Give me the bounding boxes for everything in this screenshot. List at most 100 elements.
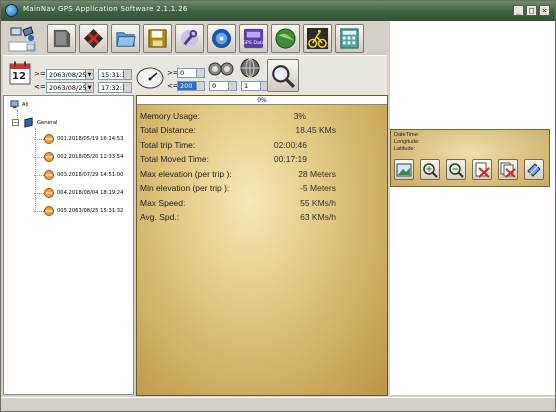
- latitude-label: Latitude:: [394, 146, 416, 152]
- progress-bar: 0%: [137, 96, 387, 105]
- delete-icon: [83, 28, 104, 49]
- search-button[interactable]: [267, 59, 299, 92]
- gps-data-icon-label: GPS Data: [242, 40, 265, 46]
- filter-bar: 12 >= 2063/08/25 ▼ 15:31:32 <= 2063/08/2…: [3, 55, 387, 95]
- maximize-button[interactable]: □: [526, 5, 537, 16]
- speed-max-spinner-icon[interactable]: [197, 81, 205, 91]
- track-item[interactable]: 004.2018/08/04 18:19:24: [34, 188, 123, 198]
- map-view-button[interactable]: [394, 159, 414, 180]
- track-file-icon: [44, 134, 54, 144]
- application-window: MainNav GPS Application Software 2.1.1.2…: [0, 0, 556, 412]
- collapse-icon[interactable]: −: [12, 119, 19, 126]
- back-button[interactable]: [47, 24, 76, 53]
- from-time-spinner-icon[interactable]: [124, 68, 132, 80]
- computer-icon: [10, 100, 19, 109]
- open-log-button[interactable]: [6, 24, 44, 53]
- to-time-spinner-icon[interactable]: [124, 81, 132, 93]
- calculator-button[interactable]: [335, 24, 364, 53]
- speed-min-label: >=: [167, 69, 179, 77]
- zoom-in-button[interactable]: [420, 159, 440, 180]
- distance-a-spinner-icon[interactable]: [229, 81, 237, 91]
- back-arrow-icon: [53, 29, 71, 48]
- track-tree[interactable]: All − General 001.2018/05/19 16:14:53 00…: [3, 95, 134, 395]
- speedometer-icon: [135, 65, 165, 89]
- binoculars-graphic: [208, 62, 234, 76]
- track-item[interactable]: 005.2063/08/25 15:31:32: [34, 206, 123, 216]
- delete-button[interactable]: [79, 24, 108, 53]
- stat-value: 3%: [293, 111, 306, 121]
- save-button[interactable]: [143, 24, 172, 53]
- to-date-field[interactable]: 2063/08/25: [46, 81, 86, 93]
- speed-min-spinner-icon[interactable]: [197, 68, 205, 78]
- from-date-field[interactable]: 2063/08/25: [46, 68, 86, 80]
- track-item-label: 005.2063/08/25 15:31:32: [57, 208, 124, 214]
- landscape-icon: [396, 163, 412, 176]
- map-icon: [275, 28, 296, 49]
- cross-multiple-icon: [500, 162, 516, 178]
- globe-distance-icon: [239, 58, 261, 78]
- stat-value: -5 Meters: [300, 183, 336, 193]
- track-file-icon: [44, 152, 54, 162]
- track-item[interactable]: 002.2018/05/20 11:33:54: [34, 152, 123, 162]
- map-button[interactable]: [271, 24, 300, 53]
- close-button[interactable]: ×: [539, 5, 550, 16]
- stat-value: 63 KMs/h: [300, 212, 336, 222]
- track-file-icon: [44, 206, 54, 216]
- globe-group-icon: [24, 117, 33, 128]
- cycling-button[interactable]: [303, 24, 332, 53]
- track-item[interactable]: 001.2018/05/19 16:14:53: [34, 134, 123, 144]
- distance-value-b[interactable]: 1: [241, 81, 261, 91]
- cross-icon: [475, 162, 490, 178]
- from-datetime-row: >= 2063/08/25 ▼ 15:31:32: [34, 68, 132, 80]
- app-globe-icon: [5, 4, 18, 17]
- distance-value-a[interactable]: 0: [209, 81, 229, 91]
- track-file-icon: [44, 188, 54, 198]
- to-time-field[interactable]: 17:32:18: [98, 81, 130, 93]
- distance-icon: [208, 59, 234, 77]
- clear-all-button[interactable]: [498, 159, 518, 180]
- track-item[interactable]: 003.2018/07/29 14:51:00: [34, 170, 123, 180]
- export-button[interactable]: [524, 159, 544, 180]
- speed-max-field[interactable]: 200: [177, 81, 197, 91]
- gps-data-button[interactable]: GPS Data: [239, 24, 268, 53]
- speedometer-graphic: [136, 67, 164, 89]
- minimize-button[interactable]: _: [513, 5, 524, 16]
- main-toolbar: GPS Data: [3, 21, 387, 55]
- clear-point-button[interactable]: [472, 159, 492, 180]
- to-date-dropdown-icon[interactable]: ▼: [86, 81, 94, 93]
- distance-row: 0 1: [209, 80, 269, 92]
- calendar-day: 12: [12, 71, 26, 82]
- calendar-icon[interactable]: 12: [9, 61, 31, 85]
- zoom-out-button[interactable]: [446, 159, 466, 180]
- from-date-dropdown-icon[interactable]: ▼: [86, 68, 94, 80]
- window-title: MainNav GPS Application Software 2.1.1.2…: [23, 5, 188, 13]
- folder-icon: [116, 32, 136, 47]
- globe-button[interactable]: [207, 24, 236, 53]
- export-icon: [527, 162, 541, 177]
- open-folder-button[interactable]: [111, 24, 140, 53]
- track-file-icon: [44, 170, 54, 180]
- stat-value: 18.45 KMs: [295, 125, 336, 135]
- floppy-disk-icon: [148, 29, 167, 48]
- title-bar[interactable]: MainNav GPS Application Software 2.1.1.2…: [1, 1, 555, 21]
- longitude-label: Longitude:: [394, 139, 420, 145]
- tree-group[interactable]: − General: [12, 117, 57, 128]
- statistics-panel: 0% Memory Usage: 3% Total Distance: 18.4…: [136, 95, 388, 396]
- stat-value: 28 Meters: [298, 169, 336, 179]
- magnifier-icon: [272, 64, 295, 88]
- track-item-label: 002.2018/05/20 11:33:54: [57, 154, 124, 160]
- satellite-connect-icon: [8, 25, 36, 51]
- from-time-field[interactable]: 15:31:32: [98, 68, 130, 80]
- from-label: >=: [34, 70, 46, 78]
- globe-grid-graphic: [240, 58, 260, 78]
- tree-root[interactable]: All: [10, 100, 28, 109]
- map-view[interactable]: [390, 21, 555, 395]
- settings-button[interactable]: [175, 24, 204, 53]
- to-label: <=: [34, 83, 46, 91]
- tree-group-label: General: [37, 119, 58, 126]
- calculator-icon: [340, 28, 359, 49]
- tree-root-label: All: [22, 101, 29, 108]
- zoom-out-icon: [449, 162, 464, 178]
- speed-min-field[interactable]: 0: [177, 68, 197, 78]
- to-datetime-row: <= 2063/08/25 ▼ 17:32:18: [34, 81, 132, 93]
